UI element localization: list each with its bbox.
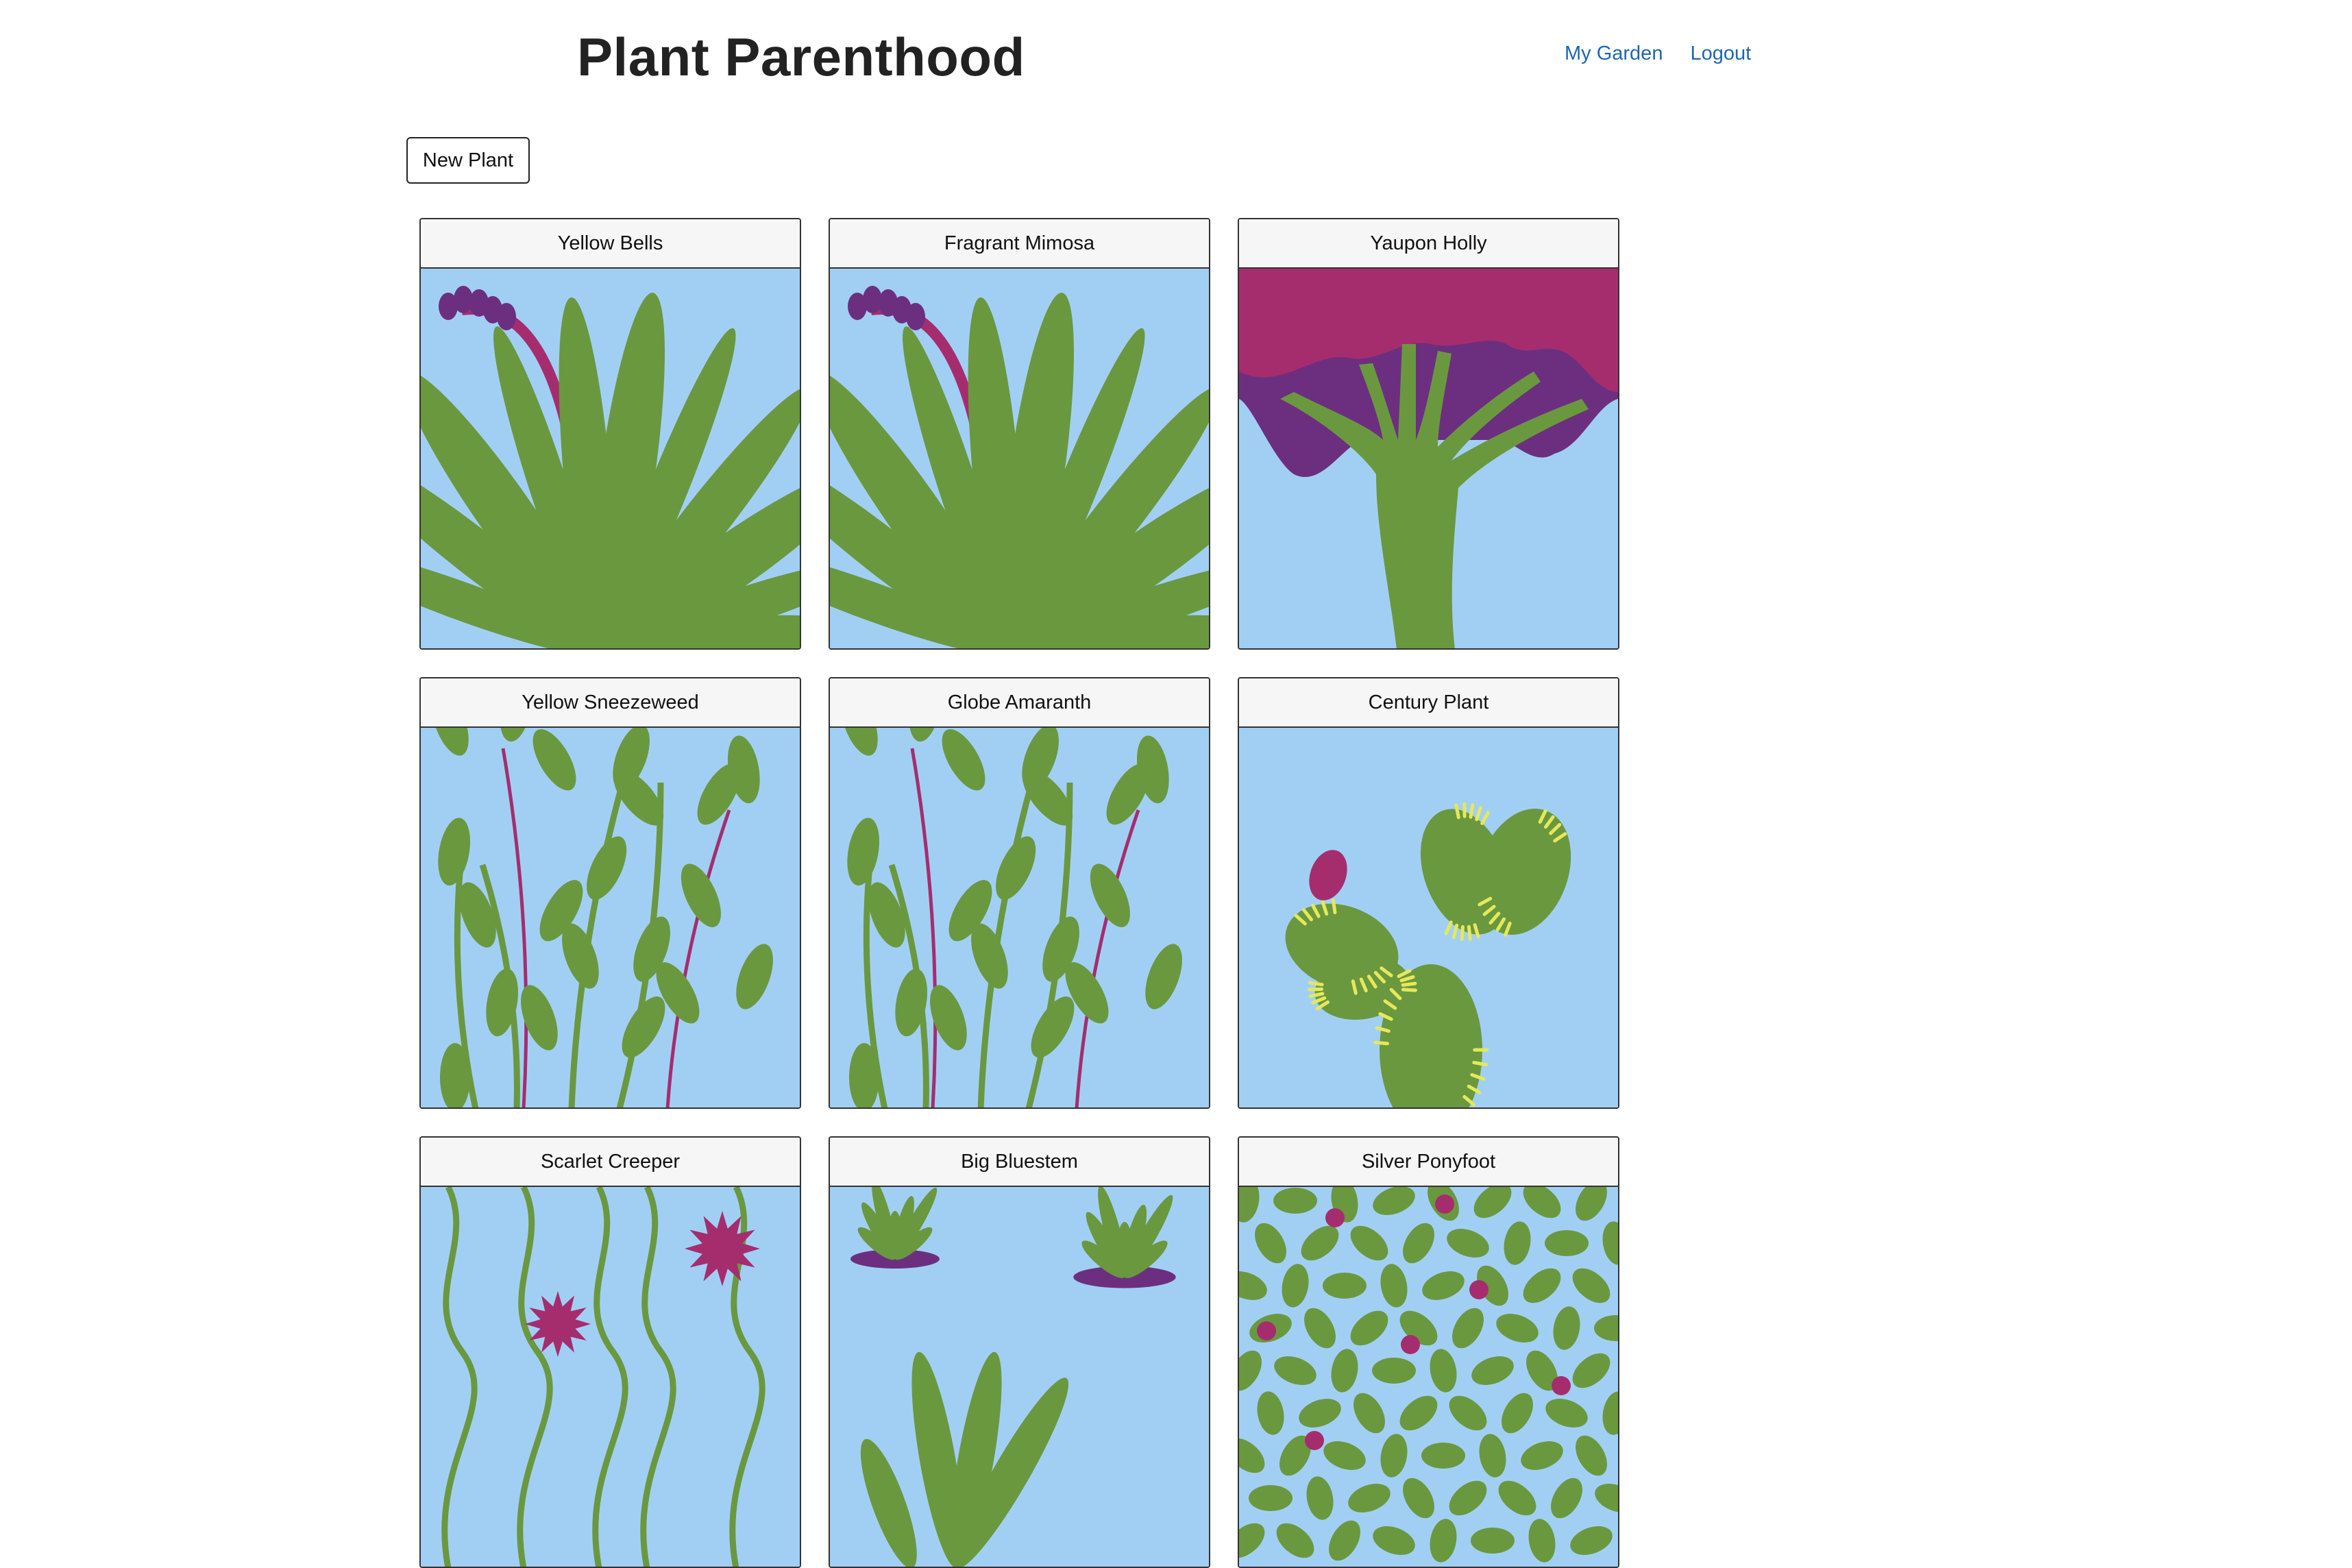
plant-name: Century Plant <box>1239 678 1618 728</box>
plant-card[interactable]: Fragrant Mimosa <box>829 218 1210 650</box>
nav-my-garden-link[interactable]: My Garden <box>1565 42 1663 65</box>
plant-name: Yaupon Holly <box>1239 219 1618 269</box>
plant-card[interactable]: Globe Amaranth <box>829 677 1210 1109</box>
plant-name: Big Bluestem <box>830 1138 1209 1187</box>
plant-image <box>1239 1187 1618 1568</box>
plant-image <box>830 269 1209 650</box>
page: Plant Parenthood My Garden Logout New Pl… <box>0 0 2352 1321</box>
plant-image <box>830 1187 1209 1568</box>
new-plant-button[interactable]: New Plant <box>406 137 530 184</box>
plant-name: Silver Ponyfoot <box>1239 1138 1618 1187</box>
plant-card[interactable]: Silver Ponyfoot <box>1238 1136 1619 1568</box>
plant-name: Fragrant Mimosa <box>830 219 1209 269</box>
top-nav: My Garden Logout <box>1565 42 1751 65</box>
plant-grid: Yellow Bells Fragrant Mimosa Yaupon Holl… <box>419 218 1626 1568</box>
nav-logout-link[interactable]: Logout <box>1690 42 1751 65</box>
plant-name: Yellow Sneezeweed <box>421 678 800 728</box>
plant-image <box>421 728 800 1109</box>
plant-card[interactable]: Yellow Sneezeweed <box>419 677 801 1109</box>
plant-image <box>421 1187 800 1568</box>
plant-image <box>1239 269 1618 650</box>
plant-card[interactable]: Yaupon Holly <box>1238 218 1619 650</box>
plant-name: Globe Amaranth <box>830 678 1209 728</box>
plant-card[interactable]: Yellow Bells <box>419 218 801 650</box>
plant-name: Scarlet Creeper <box>421 1138 800 1187</box>
plant-card[interactable]: Century Plant <box>1238 677 1619 1109</box>
plant-card[interactable]: Big Bluestem <box>829 1136 1210 1568</box>
page-title: Plant Parenthood <box>577 26 1025 88</box>
plant-card[interactable]: Scarlet Creeper <box>419 1136 801 1568</box>
plant-image <box>1239 728 1618 1109</box>
plant-image <box>421 269 800 650</box>
plant-name: Yellow Bells <box>421 219 800 269</box>
plant-image <box>830 728 1209 1109</box>
